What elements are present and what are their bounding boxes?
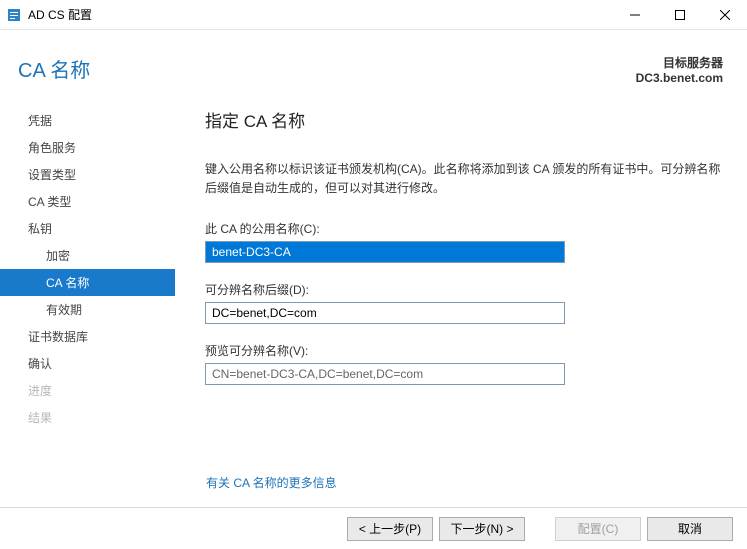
- sidebar-item-setup-type[interactable]: 设置类型: [0, 161, 175, 188]
- minimize-button[interactable]: [612, 0, 657, 30]
- section-title: 指定 CA 名称: [205, 107, 721, 132]
- sidebar-item-confirmation[interactable]: 确认: [0, 350, 175, 377]
- header: CA 名称 目标服务器 DC3.benet.com: [0, 30, 747, 85]
- next-button[interactable]: 下一步(N) >: [439, 517, 525, 541]
- sidebar-item-cert-database[interactable]: 证书数据库: [0, 323, 175, 350]
- previous-button[interactable]: < 上一步(P): [347, 517, 433, 541]
- titlebar: AD CS 配置: [0, 0, 747, 30]
- footer: < 上一步(P) 下一步(N) > 配置(C) 取消: [0, 507, 747, 549]
- target-server-box: 目标服务器 DC3.benet.com: [636, 54, 723, 85]
- window-title: AD CS 配置: [28, 6, 92, 23]
- sidebar-item-ca-type[interactable]: CA 类型: [0, 188, 175, 215]
- sidebar-item-ca-name[interactable]: CA 名称: [0, 269, 175, 296]
- body: 凭据 角色服务 设置类型 CA 类型 私钥 加密 CA 名称 有效期 证书数据库…: [0, 85, 747, 492]
- sidebar: 凭据 角色服务 设置类型 CA 类型 私钥 加密 CA 名称 有效期 证书数据库…: [0, 107, 175, 492]
- configure-button: 配置(C): [555, 517, 641, 541]
- close-button[interactable]: [702, 0, 747, 30]
- target-server: DC3.benet.com: [636, 71, 723, 85]
- cancel-button[interactable]: 取消: [647, 517, 733, 541]
- dn-suffix-label: 可分辨名称后缀(D):: [205, 281, 721, 298]
- page-title: CA 名称: [18, 54, 90, 83]
- main-content: 指定 CA 名称 键入公用名称以标识该证书颁发机构(CA)。此名称将添加到该 C…: [175, 107, 747, 492]
- maximize-button[interactable]: [657, 0, 702, 30]
- window-controls: [612, 0, 747, 30]
- description: 键入公用名称以标识该证书颁发机构(CA)。此名称将添加到该 CA 颁发的所有证书…: [205, 160, 721, 198]
- sidebar-item-validity[interactable]: 有效期: [0, 296, 175, 323]
- cn-label: 此 CA 的公用名称(C):: [205, 220, 721, 237]
- sidebar-item-role-services[interactable]: 角色服务: [0, 134, 175, 161]
- target-label: 目标服务器: [636, 54, 723, 71]
- cn-input[interactable]: benet-DC3-CA: [206, 242, 564, 262]
- dn-suffix-input[interactable]: [205, 302, 565, 324]
- sidebar-item-cryptography[interactable]: 加密: [0, 242, 175, 269]
- more-info-link[interactable]: 有关 CA 名称的更多信息: [206, 474, 337, 491]
- sidebar-item-progress: 进度: [0, 377, 175, 404]
- app-icon: [6, 7, 22, 23]
- preview-input: [205, 363, 565, 385]
- sidebar-item-private-key[interactable]: 私钥: [0, 215, 175, 242]
- sidebar-item-credentials[interactable]: 凭据: [0, 107, 175, 134]
- cn-input-wrap[interactable]: benet-DC3-CA: [205, 241, 565, 263]
- sidebar-item-results: 结果: [0, 404, 175, 431]
- preview-label: 预览可分辨名称(V):: [205, 342, 721, 359]
